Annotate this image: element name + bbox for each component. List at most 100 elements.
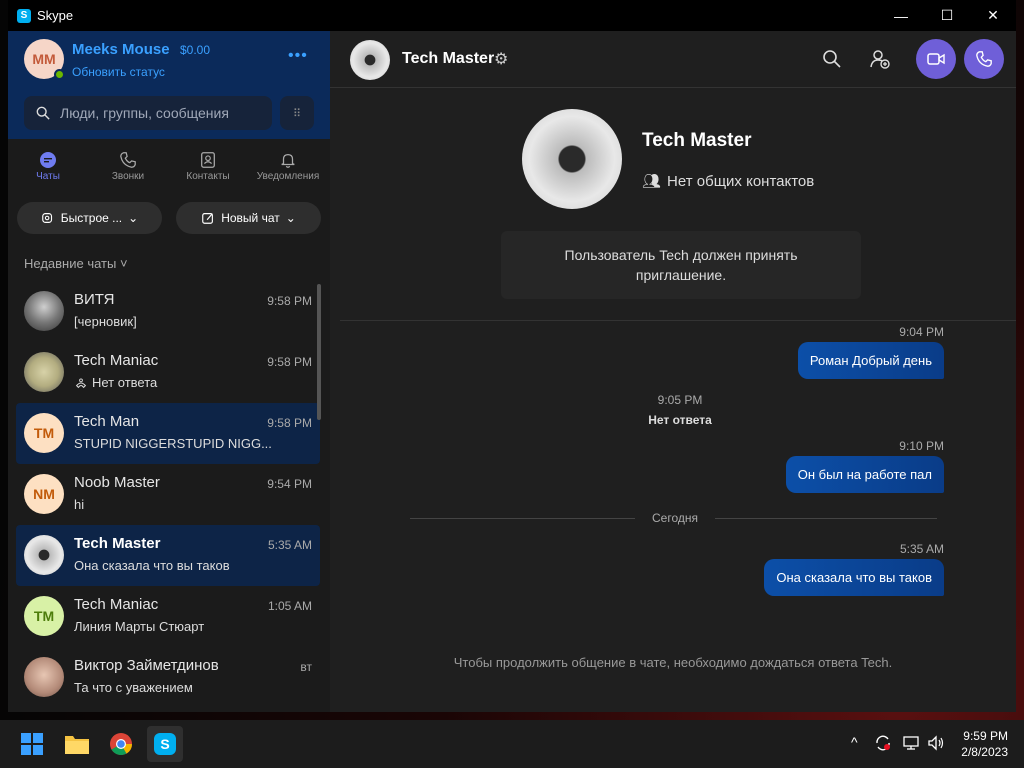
video-call-button[interactable] (916, 39, 956, 79)
search-icon[interactable] (820, 47, 844, 71)
chat-name: Tech Maniac (74, 596, 159, 613)
skype-balance[interactable]: $0.00 (180, 43, 210, 57)
chat-preview: [черновик] (74, 314, 137, 329)
chat-list-scrollbar[interactable] (317, 284, 321, 420)
folder-icon (65, 736, 89, 754)
sidebar: MM Meeks Mouse $0.00 Обновить статус •••… (8, 31, 330, 712)
mutual-contacts: 👥︎ Нет общих контактов (642, 172, 814, 191)
contact-large-avatar (522, 109, 622, 209)
message-bubble[interactable]: Роман Добрый день (797, 342, 944, 379)
chat-time: 9:58 PM (267, 294, 312, 308)
skype-window: S Skype — ☐ ✕ MM Meeks Mouse $0.00 Обнов… (8, 0, 1016, 712)
chat-item-tech-man[interactable]: TM Tech Man 9:58 PM STUPID NIGGERSTUPID … (16, 403, 320, 464)
day-separator-label: Сегодня (652, 511, 698, 525)
nav-tabs: Чаты Звонки Контакты Уведомления (8, 149, 330, 193)
audio-call-button[interactable] (964, 39, 1004, 79)
clock-date: 2/8/2023 (961, 745, 1008, 759)
chrome-icon (110, 733, 132, 755)
contacts-icon (201, 152, 215, 168)
tab-notifications[interactable]: Уведомления (248, 149, 328, 193)
bell-icon (281, 153, 295, 168)
phone-icon (120, 152, 136, 168)
windows-logo-icon (21, 733, 43, 755)
start-button[interactable] (14, 726, 50, 762)
update-status-link[interactable]: Обновить статус (72, 65, 165, 79)
message-time: 9:10 PM (899, 439, 944, 453)
meet-now-button[interactable]: Быстрое ... ⌄ (17, 202, 162, 234)
tab-notifications-label: Уведомления (256, 171, 320, 182)
taskbar: S ^ 9:59 PM 2/8/2023 (0, 720, 1024, 768)
search-box[interactable] (24, 96, 272, 130)
my-name[interactable]: Meeks Mouse (72, 41, 170, 58)
avatar (24, 535, 64, 575)
tab-chats[interactable]: Чаты (8, 149, 88, 193)
tab-calls-label: Звонки (111, 171, 145, 182)
message-time: 9:04 PM (899, 325, 944, 339)
chat-item-noob-master[interactable]: NM Noob Master 9:54 PM hi (16, 464, 320, 525)
chat-item-tech-maniac-2[interactable]: TM Tech Maniac 1:05 AM Линия Марты Стюар… (16, 586, 320, 647)
video-camera-icon (927, 53, 945, 65)
system-clock[interactable]: 9:59 PM 2/8/2023 (961, 728, 1008, 760)
day-separator: Сегодня (410, 511, 937, 525)
new-chat-button[interactable]: Новый чат ⌄ (176, 202, 321, 234)
message-time: 5:35 AM (899, 542, 944, 556)
skype-icon: S (154, 733, 176, 755)
skype-logo-icon: S (17, 8, 31, 23)
contact-avatar[interactable] (350, 40, 390, 80)
chat-time: 9:54 PM (267, 477, 312, 491)
chat-name: Виктор Займетдинов (74, 657, 219, 674)
chat-item-tech-master[interactable]: Tech Master 5:35 AM Она сказала что вы т… (16, 525, 320, 586)
conversation-pane: Tech Master ⚙ Tech Master 👥︎ Нет общих к… (330, 31, 1016, 712)
presence-online-icon (54, 69, 65, 80)
network-icon[interactable] (902, 734, 920, 755)
add-person-icon[interactable] (868, 47, 892, 71)
more-options-button[interactable]: ••• (288, 47, 308, 65)
chat-preview: Она сказала что вы таков (74, 558, 230, 573)
chrome-button[interactable] (103, 726, 139, 762)
recent-chats-header[interactable]: Недавние чаты ˅ (24, 256, 128, 271)
tab-calls[interactable]: Звонки (88, 149, 168, 193)
system-message-time: 9:05 PM (657, 393, 703, 407)
chat-time: 1:05 AM (267, 599, 312, 613)
sync-icon[interactable] (874, 734, 892, 755)
minimize-button[interactable]: — (878, 0, 924, 31)
search-icon (36, 106, 50, 120)
maximize-button[interactable]: ☐ (924, 0, 970, 31)
message-bubble[interactable]: Она сказала что вы таков (764, 559, 944, 596)
system-message-text: Нет ответа (648, 413, 712, 427)
chat-item-vitya[interactable]: ВИТЯ 9:58 PM [черновик] (16, 281, 320, 342)
chat-icon (40, 152, 56, 168)
meet-now-label: Быстрое ... (60, 211, 123, 225)
chevron-down-icon: ⌄ (285, 211, 296, 225)
invite-notice: Пользователь Tech должен принять приглаш… (501, 231, 861, 299)
chat-name: ВИТЯ (74, 291, 115, 308)
volume-icon[interactable] (927, 734, 945, 755)
missed-call-icon (75, 378, 87, 388)
search-input[interactable] (60, 105, 260, 121)
svg-text:S: S (160, 736, 169, 752)
gear-icon[interactable]: ⚙ (494, 49, 508, 69)
dialpad-button[interactable]: ⠿ (280, 96, 314, 130)
chat-time: 9:58 PM (267, 416, 312, 430)
chat-item-tech-maniac[interactable]: Tech Maniac 9:58 PM Нет ответа (16, 342, 320, 403)
people-icon: 👥︎ (642, 173, 662, 190)
clock-time: 9:59 PM (963, 729, 1008, 743)
phone-icon (976, 51, 992, 67)
tab-contacts[interactable]: Контакты (168, 149, 248, 193)
chat-time: вт (300, 660, 312, 674)
close-button[interactable]: ✕ (970, 0, 1016, 31)
tray-chevron-icon[interactable]: ^ (851, 734, 858, 750)
chat-item-viktor[interactable]: Виктор Займетдинов вт Та что с уважением (16, 647, 320, 708)
contact-name[interactable]: Tech Master (402, 50, 494, 68)
chat-actions: Быстрое ... ⌄ Новый чат ⌄ (17, 202, 321, 234)
avatar: NM (24, 474, 64, 514)
avatar: TM (24, 596, 64, 636)
file-explorer-button[interactable] (59, 726, 95, 762)
window-title: Skype (37, 8, 74, 23)
divider (340, 320, 1016, 321)
chat-list: ВИТЯ 9:58 PM [черновик] Tech Maniac 9:58… (16, 281, 320, 708)
message-bubble[interactable]: Он был на работе пал (785, 456, 944, 493)
profile-header: MM Meeks Mouse $0.00 Обновить статус •••… (8, 31, 330, 139)
chat-preview: hi (74, 497, 85, 512)
skype-taskbar-button[interactable]: S (147, 726, 183, 762)
